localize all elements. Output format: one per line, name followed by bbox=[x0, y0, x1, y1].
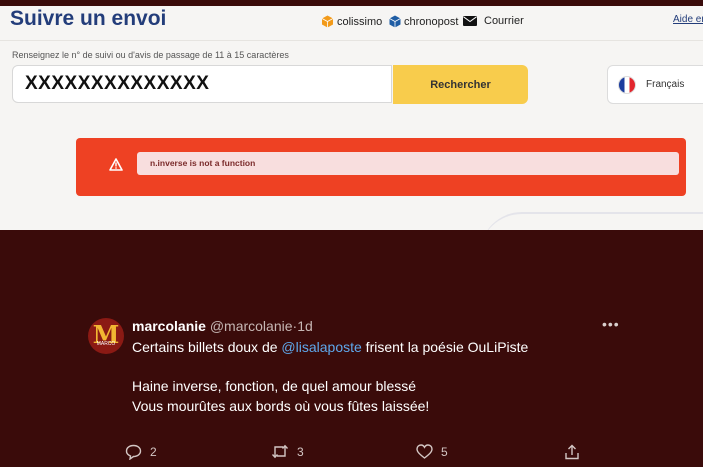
tweet-line-2: Haine inverse, fonction, de quel amour b… bbox=[132, 378, 417, 394]
search-button[interactable]: Rechercher bbox=[393, 65, 528, 104]
language-label: Français bbox=[646, 79, 685, 90]
tweet-header: marcolanie @marcolanie·1d bbox=[132, 318, 313, 334]
brand-chronopost[interactable]: chronopost bbox=[389, 15, 458, 28]
error-alert: n.inverse is not a function bbox=[76, 138, 686, 196]
like-button[interactable]: 5 bbox=[416, 444, 448, 459]
help-link[interactable]: Aide en bbox=[673, 14, 703, 25]
share-button[interactable] bbox=[564, 444, 580, 460]
retweet-icon bbox=[271, 444, 289, 459]
share-icon bbox=[564, 444, 580, 460]
display-name[interactable]: marcolanie bbox=[132, 318, 206, 334]
tweet-line-3: Vous mourûtes aux bords où vous fûtes la… bbox=[132, 398, 430, 414]
tweet-line-1-end: frisent la poésie OuLiPiste bbox=[361, 339, 529, 355]
colissimo-box-icon bbox=[321, 15, 334, 28]
reply-button[interactable]: 2 bbox=[125, 444, 157, 460]
avatar-text: MARCO bbox=[96, 341, 116, 347]
decorative-ribbon bbox=[480, 212, 703, 230]
tracking-card: Suivre un envoi colissimo chronopost Cou… bbox=[0, 6, 703, 230]
brand-colissimo-label: colissimo bbox=[337, 15, 383, 28]
page-title: Suivre un envoi bbox=[10, 7, 167, 30]
reply-count: 2 bbox=[150, 445, 157, 459]
envelope-icon bbox=[463, 16, 477, 26]
tweet[interactable]: M MARCO marcolanie @marcolanie·1d ••• Ce… bbox=[0, 230, 703, 467]
brand-chronopost-label: chronopost bbox=[404, 15, 459, 28]
tracking-number-input[interactable] bbox=[12, 65, 392, 103]
language-selector[interactable]: Français bbox=[607, 65, 703, 104]
warning-triangle-icon bbox=[109, 158, 123, 176]
user-handle[interactable]: @marcolanie bbox=[210, 318, 293, 334]
mention-link[interactable]: @lisalaposte bbox=[281, 339, 361, 355]
search-hint: Renseignez le n° de suivi ou d'avis de p… bbox=[12, 50, 289, 60]
brand-courrier-label: Courrier bbox=[484, 15, 524, 27]
chronopost-box-icon bbox=[389, 15, 401, 28]
brand-colissimo[interactable]: colissimo bbox=[321, 15, 382, 28]
avatar[interactable]: M MARCO bbox=[88, 318, 124, 354]
brand-courrier[interactable]: Courrier bbox=[463, 15, 524, 27]
france-flag-icon bbox=[618, 75, 636, 94]
retweet-button[interactable]: 3 bbox=[271, 444, 304, 459]
header-divider bbox=[0, 40, 703, 41]
retweet-count: 3 bbox=[297, 444, 304, 459]
like-count: 5 bbox=[441, 444, 448, 459]
heart-icon bbox=[416, 444, 433, 459]
tweet-age[interactable]: 1d bbox=[297, 318, 313, 334]
reply-icon bbox=[125, 444, 142, 460]
tweet-line-1-start: Certains billets doux de bbox=[132, 339, 282, 355]
tweet-line-1: Certains billets doux de @lisalaposte fr… bbox=[132, 339, 528, 355]
more-dots-icon[interactable]: ••• bbox=[602, 316, 620, 332]
error-message: n.inverse is not a function bbox=[137, 152, 679, 175]
